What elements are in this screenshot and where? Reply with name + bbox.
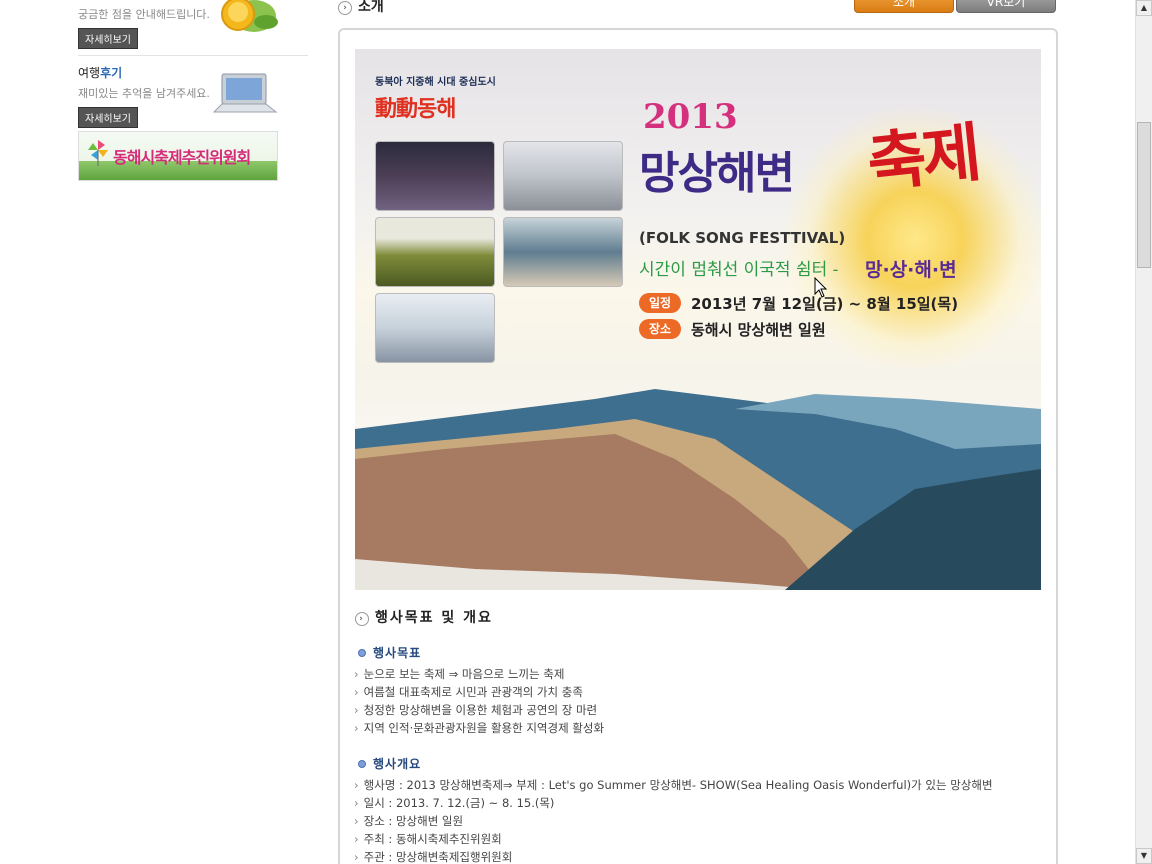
festival-committee-banner[interactable]: 동해시축제추진위원회 [78, 131, 278, 181]
bullet-dot-icon [358, 760, 366, 768]
mouse-cursor-icon [814, 277, 828, 298]
summary-title: 행사개요 [373, 757, 422, 771]
tab-intro[interactable]: 소개 [854, 0, 954, 13]
list-item: 장소 : 망상해변 일원 [354, 812, 993, 830]
beach-crowd-image [355, 389, 1041, 590]
festival-poster: 동북아 지중해 시대 중심도시 動動동해 2013 망상해변 축제 (FOLK … [355, 49, 1041, 590]
place-value: 동해시 망상해변 일원 [691, 321, 826, 339]
poster-english-title: (FOLK SONG FESTTIVAL) [639, 229, 846, 247]
tea-cup-icon [221, 0, 278, 32]
banner-text: 동해시축제추진위원회 [113, 148, 251, 167]
list-item: 일시 : 2013. 7. 12.(금) ~ 8. 15.(목) [354, 794, 993, 812]
section-title: 소개 [358, 0, 384, 15]
donghae-logo: 動動동해 [375, 96, 456, 122]
overview-title: 행사목표 및 개요 [375, 610, 493, 626]
scroll-up-button[interactable]: ▲ [1136, 0, 1152, 16]
list-item: 눈으로 보는 축제 ⇒ 마음으로 느끼는 축제 [354, 665, 604, 683]
pinwheel-icon [88, 140, 108, 166]
goals-list: 눈으로 보는 축제 ⇒ 마음으로 느끼는 축제 여름철 대표축제로 시민과 관광… [354, 665, 604, 737]
poster-slogan: 동북아 지중해 시대 중심도시 [375, 77, 496, 88]
section-header: › 소개 [338, 0, 384, 16]
review-title-prefix: 여행 [78, 66, 101, 80]
laptop-icon [212, 73, 278, 113]
list-item: 청정한 망상해변을 이용한 체험과 공연의 장 마련 [354, 701, 604, 719]
goals-heading: 행사목표 [358, 644, 421, 661]
circle-arrow-icon: › [355, 612, 369, 626]
summary-list: 행사명 : 2013 망상해변축제⇒ 부제 : Let's go Summer … [354, 776, 993, 864]
list-item: 여름철 대표축제로 시민과 관광객의 가치 충족 [354, 683, 604, 701]
summary-heading: 행사개요 [358, 755, 421, 772]
poster-photo-crowd [503, 141, 623, 211]
review-title-highlight: 후기 [100, 66, 123, 80]
poster-photo-garden [375, 217, 495, 287]
circle-arrow-icon: › [338, 1, 352, 15]
list-item: 주관 : 망상해변축제집행위원회 [354, 848, 993, 864]
poster-place-name: 망·상·해·변 [865, 259, 957, 281]
poster-photo-beach [503, 217, 623, 287]
page: 궁금한 점을 안내해드립니다. 자세히보기 여행후기 재미있는 추억을 남겨주세… [0, 0, 1152, 864]
vertical-scrollbar[interactable]: ▲ ▼ [1135, 0, 1152, 864]
poster-photo-singer [375, 293, 495, 363]
guide-detail-button[interactable]: 자세히보기 [78, 28, 138, 49]
overview-heading: › 행사목표 및 개요 [355, 607, 493, 627]
bullet-dot-icon [358, 649, 366, 657]
review-detail-button[interactable]: 자세히보기 [78, 107, 138, 128]
scroll-down-button[interactable]: ▼ [1136, 848, 1152, 864]
sidebar-divider [78, 55, 308, 56]
list-item: 행사명 : 2013 망상해변축제⇒ 부제 : Let's go Summer … [354, 776, 993, 794]
tab-vr-view[interactable]: VR보기 [956, 0, 1056, 13]
poster-title: 망상해변 [639, 148, 795, 199]
poster-year: 2013 [643, 97, 738, 137]
goals-title: 행사목표 [373, 646, 422, 660]
schedule-tag: 일정 [639, 293, 681, 313]
place-tag: 장소 [639, 319, 681, 339]
sidebar: 궁금한 점을 안내해드립니다. 자세히보기 여행후기 재미있는 추억을 남겨주세… [0, 0, 320, 864]
scrollbar-thumb[interactable] [1137, 122, 1151, 268]
main-content: › 소개 소개 VR보기 동북아 지중해 시대 중심도시 動動동해 2013 망상… [338, 0, 1058, 864]
poster-title-festival: 축제 [863, 115, 981, 202]
poster-photo-concert [375, 141, 495, 211]
list-item: 지역 인적·문화관광자원을 활용한 지역경제 활성화 [354, 719, 604, 737]
poster-tagline: 시간이 멈춰선 이국적 쉼터 - [639, 260, 839, 280]
list-item: 주최 : 동해시축제추진위원회 [354, 830, 993, 848]
